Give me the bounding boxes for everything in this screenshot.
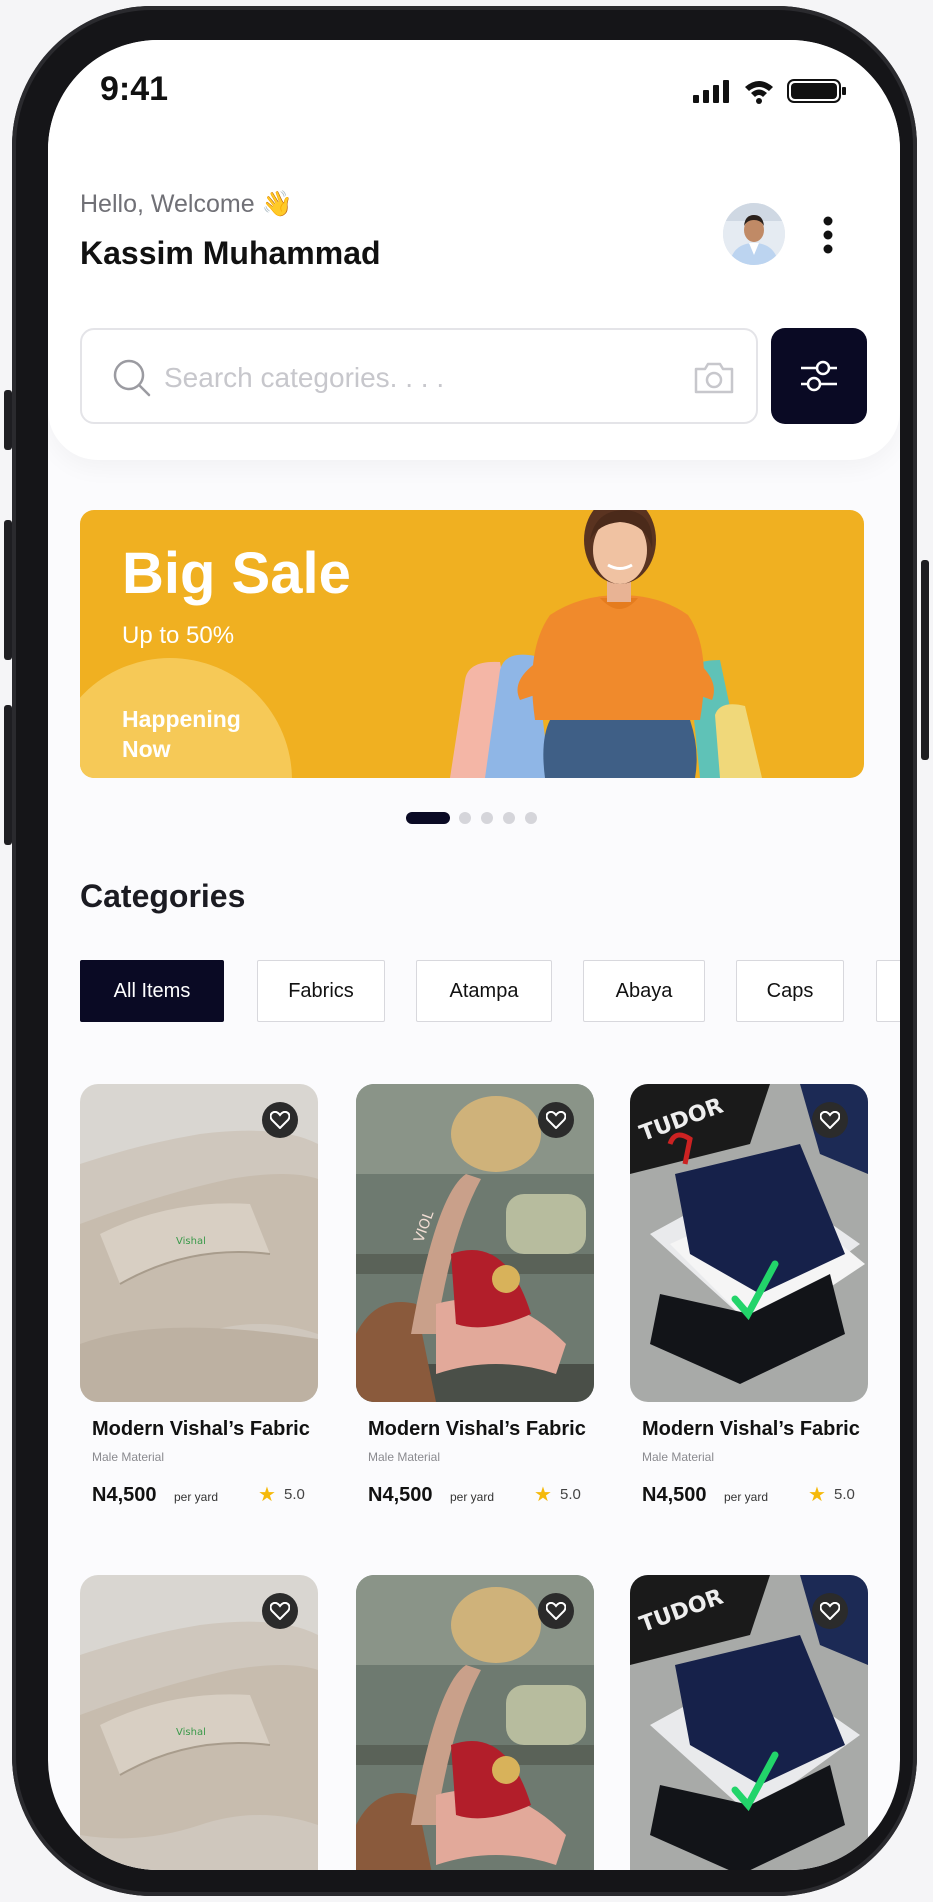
- product-image-sandal[interactable]: VIOL: [356, 1084, 594, 1402]
- status-time: 9:41: [100, 70, 169, 108]
- carousel-dot: [481, 812, 493, 824]
- status-icons: [693, 78, 848, 109]
- avatar[interactable]: [723, 203, 785, 265]
- favorite-heart-icon[interactable]: [812, 1102, 848, 1138]
- category-chip-caps[interactable]: Caps: [736, 960, 844, 1022]
- camera-icon[interactable]: [692, 360, 736, 396]
- product-rating: 5.0: [284, 1486, 305, 1503]
- user-name: Kassim Muhammad: [80, 235, 381, 271]
- filter-button[interactable]: [771, 328, 867, 424]
- star-icon: ★: [258, 1484, 276, 1506]
- product-name[interactable]: Modern Vishal’s Fabric: [92, 1418, 310, 1441]
- product-name[interactable]: Modern Vishal’s Fabric: [368, 1418, 586, 1441]
- product-material: Male Material: [92, 1450, 165, 1464]
- product-material: Male Material: [642, 1450, 715, 1464]
- product-material: Male Material: [368, 1450, 441, 1464]
- product-rating: 5.0: [560, 1486, 581, 1503]
- mute-switch: [4, 390, 12, 450]
- product-rating: 5.0: [834, 1486, 855, 1503]
- greeting-text: Hello, Welcome 👋: [80, 190, 293, 218]
- favorite-heart-icon[interactable]: [812, 1593, 848, 1629]
- svg-text:Vishal: Vishal: [176, 1236, 206, 1247]
- category-chip-all-items[interactable]: All Items: [80, 960, 224, 1022]
- banner-title: Big Sale: [122, 541, 351, 606]
- battery-icon: [787, 79, 846, 103]
- app-screen: 9:41 Hello, Welcome 👋 Kassim Muhammad Se…: [48, 40, 900, 1870]
- more-options-icon[interactable]: [818, 215, 838, 257]
- volume-down-button: [4, 705, 12, 845]
- star-icon: ★: [534, 1484, 552, 1506]
- product-price: N4,500: [92, 1484, 157, 1506]
- carousel-dot: [525, 812, 537, 824]
- product-image-fabric[interactable]: Vishal: [80, 1084, 318, 1402]
- star-icon: ★: [808, 1484, 826, 1506]
- favorite-heart-icon[interactable]: [538, 1593, 574, 1629]
- favorite-heart-icon[interactable]: [538, 1102, 574, 1138]
- banner-subtitle: Up to 50%: [122, 622, 235, 649]
- search-icon: [113, 359, 151, 397]
- category-chip-fabrics[interactable]: Fabrics: [257, 960, 385, 1022]
- svg-text:Vishal: Vishal: [176, 1727, 206, 1738]
- power-button: [921, 560, 929, 760]
- product-unit: per yard: [174, 1490, 219, 1504]
- category-chip-more[interactable]: [876, 960, 900, 1022]
- volume-up-button: [4, 520, 12, 660]
- carousel-indicator[interactable]: [406, 810, 546, 831]
- favorite-heart-icon[interactable]: [262, 1593, 298, 1629]
- search-input[interactable]: [162, 352, 666, 404]
- search-box: [80, 328, 758, 424]
- product-image-tudor-fabric[interactable]: TUDOR: [630, 1084, 868, 1402]
- product-unit: per yard: [450, 1490, 495, 1504]
- favorite-heart-icon[interactable]: [262, 1102, 298, 1138]
- category-chip-abaya[interactable]: Abaya: [583, 960, 705, 1022]
- product-name[interactable]: Modern Vishal’s Fabric: [642, 1418, 860, 1441]
- banner-cta[interactable]: Happening Now: [122, 704, 262, 764]
- product-unit: per yard: [724, 1490, 769, 1504]
- category-chip-atampa[interactable]: Atampa: [416, 960, 552, 1022]
- product-image-sandal[interactable]: [356, 1575, 594, 1870]
- cellular-signal-icon: [693, 80, 729, 103]
- wifi-icon: [745, 81, 773, 104]
- product-price: N4,500: [642, 1484, 707, 1506]
- product-price: N4,500: [368, 1484, 433, 1506]
- carousel-dot: [503, 812, 515, 824]
- carousel-dot: [459, 812, 471, 824]
- promo-banner[interactable]: Big Sale Up to 50% Happening Now: [80, 510, 864, 778]
- product-image-tudor-fabric[interactable]: TUDOR: [630, 1575, 868, 1870]
- product-image-fabric[interactable]: Vishal: [80, 1575, 318, 1870]
- filter-sliders-icon: [801, 360, 837, 392]
- carousel-dot-active: [406, 812, 450, 824]
- categories-title: Categories: [80, 878, 246, 914]
